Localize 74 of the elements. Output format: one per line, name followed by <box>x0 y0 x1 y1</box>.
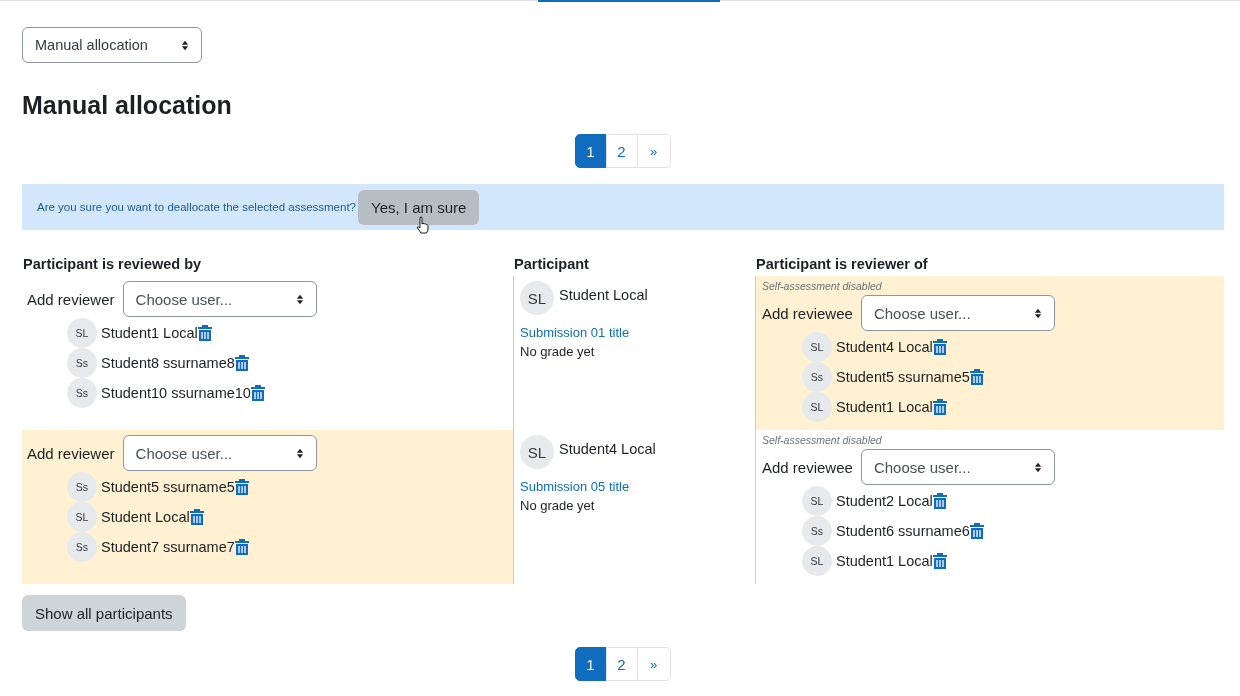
page-link[interactable]: » <box>636 647 671 681</box>
user-name: Student2 Local <box>836 493 933 509</box>
trash-icon[interactable] <box>932 339 947 355</box>
user-name: Student7 ssurname7 <box>101 539 235 555</box>
submission-link[interactable]: Submission 05 title <box>520 479 749 494</box>
user-name: Student1 Local <box>101 325 198 341</box>
page-link[interactable]: 1 <box>574 647 607 681</box>
avatar: Ss <box>67 348 97 378</box>
user-name: Student6 ssurname6 <box>836 523 970 539</box>
avatar: SL <box>520 435 554 469</box>
avatar: SL <box>67 318 97 348</box>
grade-status: No grade yet <box>520 498 596 513</box>
confirm-button[interactable]: Yes, I am sure <box>358 189 480 225</box>
field-label: Add reviewee <box>762 304 853 322</box>
trash-icon[interactable] <box>969 369 984 385</box>
sort-caret-icon <box>1033 307 1042 319</box>
select-dropdown[interactable]: Choose user... <box>122 281 317 317</box>
avatar: SL <box>802 392 832 422</box>
select-dropdown[interactable]: Choose user... <box>860 449 1055 485</box>
hand-cursor-icon <box>416 215 430 234</box>
user-name: Student Local <box>101 509 190 525</box>
avatar: Ss <box>802 516 832 546</box>
submission-link[interactable]: Submission 01 title <box>520 325 749 340</box>
user-name: Student5 ssurname5 <box>101 479 235 495</box>
user-name: Student5 ssurname5 <box>836 369 970 385</box>
avatar: SL <box>520 281 554 315</box>
confirmation-message: Are you sure you want to deallocate the selected assessment? <box>37 201 356 213</box>
grade-status: No grade yet <box>520 344 596 359</box>
select-dropdown[interactable]: Choose user... <box>122 435 317 471</box>
user-name: Student1 Local <box>836 553 933 569</box>
self-assessment-note: Self-assessment disabled <box>762 280 883 292</box>
trash-icon[interactable] <box>932 493 947 509</box>
select-dropdown[interactable]: Manual allocation <box>22 27 202 63</box>
page-link[interactable]: 2 <box>605 134 638 168</box>
trash-icon[interactable] <box>234 479 249 495</box>
self-assessment-note: Self-assessment disabled <box>762 434 883 446</box>
trash-icon[interactable] <box>250 385 265 401</box>
field-label: Add reviewee <box>762 458 853 476</box>
participant-name: Student4 Local <box>559 441 656 457</box>
trash-icon[interactable] <box>932 553 947 569</box>
user-name: Student4 Local <box>836 339 933 355</box>
sort-caret-icon <box>295 293 304 305</box>
trash-icon[interactable] <box>189 509 204 525</box>
page-link[interactable]: 1 <box>574 134 607 168</box>
page-heading: Manual allocation <box>22 91 233 120</box>
trash-icon[interactable] <box>197 325 212 341</box>
column-header: Participant is reviewer of <box>755 256 929 274</box>
avatar: Ss <box>67 472 97 502</box>
avatar: SL <box>802 546 832 576</box>
trash-icon[interactable] <box>234 355 249 371</box>
page-link[interactable]: » <box>636 134 671 168</box>
sort-caret-icon <box>1033 461 1042 473</box>
sort-caret-icon <box>181 39 189 51</box>
avatar: Ss <box>67 378 97 408</box>
page-link[interactable]: 2 <box>605 647 638 681</box>
trash-icon[interactable] <box>234 539 249 555</box>
column-header: Participant <box>513 256 590 274</box>
trash-icon[interactable] <box>969 523 984 539</box>
avatar: Ss <box>67 532 97 562</box>
sort-caret-icon <box>295 447 304 459</box>
field-label: Add reviewer <box>27 444 115 462</box>
select-dropdown[interactable]: Choose user... <box>860 295 1055 331</box>
participant-name: Student Local <box>559 287 648 303</box>
user-name: Student8 ssurname8 <box>101 355 235 371</box>
column-header: Participant is reviewed by <box>22 256 203 274</box>
avatar: SL <box>67 502 97 532</box>
show-all-button[interactable]: Show all participants <box>22 595 186 631</box>
field-label: Add reviewer <box>27 290 115 308</box>
avatar: SL <box>802 332 832 362</box>
avatar: SL <box>802 486 832 516</box>
user-name: Student10 ssurname10 <box>101 385 251 401</box>
avatar: Ss <box>802 362 832 392</box>
trash-icon[interactable] <box>932 399 947 415</box>
user-name: Student1 Local <box>836 399 933 415</box>
